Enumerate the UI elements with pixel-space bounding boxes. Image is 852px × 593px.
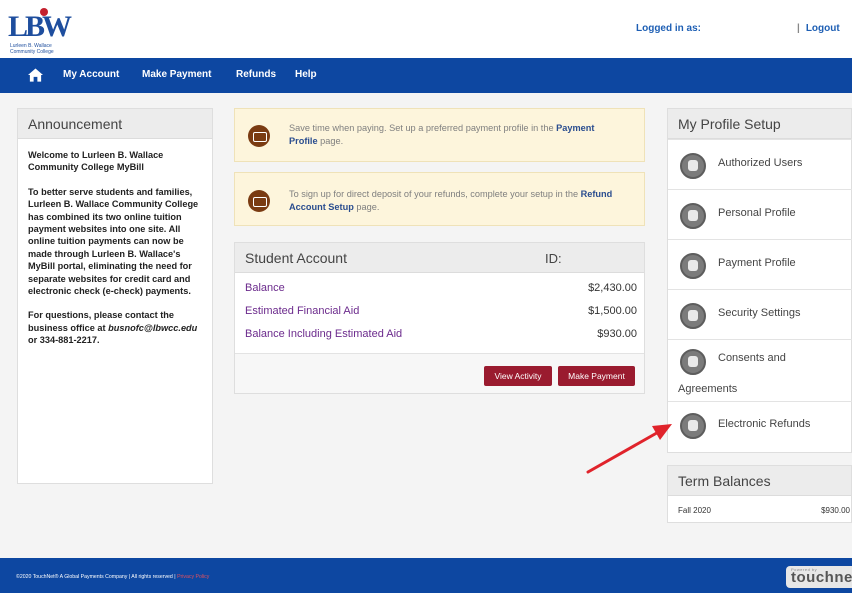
announcement-panel: Announcement Welcome to Lurleen B. Walla… [17, 108, 213, 484]
personal-profile-label: Personal Profile [718, 207, 796, 219]
balance-value: $2,430.00 [588, 282, 637, 294]
balance-row: Balance $2,430.00 [245, 282, 637, 294]
term-amount: $930.00 [821, 506, 850, 515]
financial-aid-value: $1,500.00 [588, 305, 637, 317]
logo-mark [40, 8, 48, 16]
privacy-policy-link[interactable]: Privacy Policy [177, 574, 209, 580]
notice-text: Save time when paying. Set up a preferre… [289, 123, 557, 133]
consents-label: Consents and [718, 352, 786, 364]
refund-icon [680, 413, 706, 439]
term-balances-title: Term Balances [668, 466, 851, 496]
person-icon [680, 203, 706, 229]
term-row[interactable]: Fall 2020 $930.00 [678, 506, 850, 515]
notice-text-end: page. [353, 202, 380, 212]
notice-text-end: page. [317, 136, 344, 146]
home-icon[interactable] [28, 68, 43, 82]
electronic-refunds-label: Electronic Refunds [718, 418, 811, 430]
announcement-title: Announcement [18, 109, 212, 139]
financial-aid-row: Estimated Financial Aid $1,500.00 [245, 305, 637, 317]
security-settings-item[interactable]: Security Settings [668, 289, 852, 339]
payment-profile-label: Payment Profile [718, 257, 796, 269]
nav-my-account[interactable]: My Account [63, 69, 119, 80]
payment-profile-notice: Save time when paying. Set up a preferre… [234, 108, 645, 162]
student-account-panel: Student Account ID: Balance $2,430.00 Es… [234, 242, 645, 394]
authorized-users-label: Authorized Users [718, 157, 803, 169]
balance-link[interactable]: Balance [245, 282, 285, 294]
announcement-contact: For questions, please contact the busine… [28, 309, 202, 346]
profile-setup-title: My Profile Setup [668, 109, 851, 139]
student-id-label: ID: [545, 251, 562, 266]
refund-setup-notice: To sign up for direct deposit of your re… [234, 172, 645, 226]
student-account-title: Student Account [235, 243, 644, 273]
announcement-info: To better serve students and families, L… [28, 186, 199, 297]
touchnet-tagline: Powered by [791, 567, 818, 572]
copyright-text: ©2020 TouchNet® A Global Payments Compan… [16, 574, 178, 580]
electronic-refunds-item[interactable]: Electronic Refunds [668, 401, 852, 451]
balance-with-aid-value: $930.00 [597, 328, 637, 340]
authorized-users-item[interactable]: Authorized Users [668, 139, 852, 189]
logo-text: LBW [8, 10, 72, 43]
refund-notice-text: To sign up for direct deposit of your re… [289, 188, 639, 214]
make-payment-button[interactable]: Make Payment [558, 366, 635, 386]
annotation-arrow-icon [586, 424, 672, 474]
card-icon [680, 253, 706, 279]
personal-profile-item[interactable]: Personal Profile [668, 189, 852, 239]
agreements-label: Agreements [678, 383, 738, 395]
profile-setup-panel: My Profile Setup Authorized Users Person… [667, 108, 852, 453]
document-icon [680, 349, 706, 375]
payment-notice-text: Save time when paying. Set up a preferre… [289, 122, 619, 148]
logged-in-label: Logged in as: [636, 23, 701, 34]
contact-email-link[interactable]: busnofc@lbwcc.edu [108, 323, 197, 333]
consents-agreements-item[interactable]: Consents and Agreements [668, 339, 852, 401]
term-balances-panel: Term Balances Fall 2020 $930.00 [667, 465, 852, 523]
footer-copyright: ©2020 TouchNet® A Global Payments Compan… [16, 574, 209, 580]
top-bar: LBW Lurleen B. Wallace Community College… [0, 0, 852, 58]
view-activity-button[interactable]: View Activity [484, 366, 552, 386]
payment-profile-item[interactable]: Payment Profile [668, 239, 852, 289]
main-nav: My Account Make Payment Refunds Help [0, 58, 852, 93]
logout-link[interactable]: Logout [806, 23, 840, 34]
term-name: Fall 2020 [678, 506, 711, 515]
touchnet-logo: Powered by touchnet [786, 566, 852, 588]
announcement-body: Welcome to Lurleen B. Wallace Community … [18, 139, 212, 369]
balance-with-aid-link[interactable]: Balance Including Estimated Aid [245, 328, 402, 340]
balance-with-aid-row: Balance Including Estimated Aid $930.00 [245, 328, 637, 340]
account-actions: View Activity Make Payment [235, 353, 644, 393]
payment-notice-icon [248, 125, 270, 147]
security-settings-label: Security Settings [718, 307, 801, 319]
announcement-welcome: Welcome to Lurleen B. Wallace Community … [28, 150, 164, 173]
logo-subtitle: Lurleen B. Wallace Community College [10, 43, 54, 55]
footer: ©2020 TouchNet® A Global Payments Compan… [0, 558, 852, 593]
nav-help[interactable]: Help [295, 69, 317, 80]
contact-suffix: or 334-881-2217. [28, 335, 100, 346]
refund-notice-icon [248, 190, 270, 212]
logout-area: | Logout [797, 23, 840, 34]
logout-separator: | [797, 23, 800, 34]
financial-aid-link[interactable]: Estimated Financial Aid [245, 305, 359, 317]
notice-text: To sign up for direct deposit of your re… [289, 189, 581, 199]
lock-icon [680, 303, 706, 329]
users-icon [680, 153, 706, 179]
college-logo[interactable]: LBW Lurleen B. Wallace Community College [8, 6, 72, 55]
nav-make-payment[interactable]: Make Payment [142, 69, 211, 80]
nav-refunds[interactable]: Refunds [236, 69, 276, 80]
